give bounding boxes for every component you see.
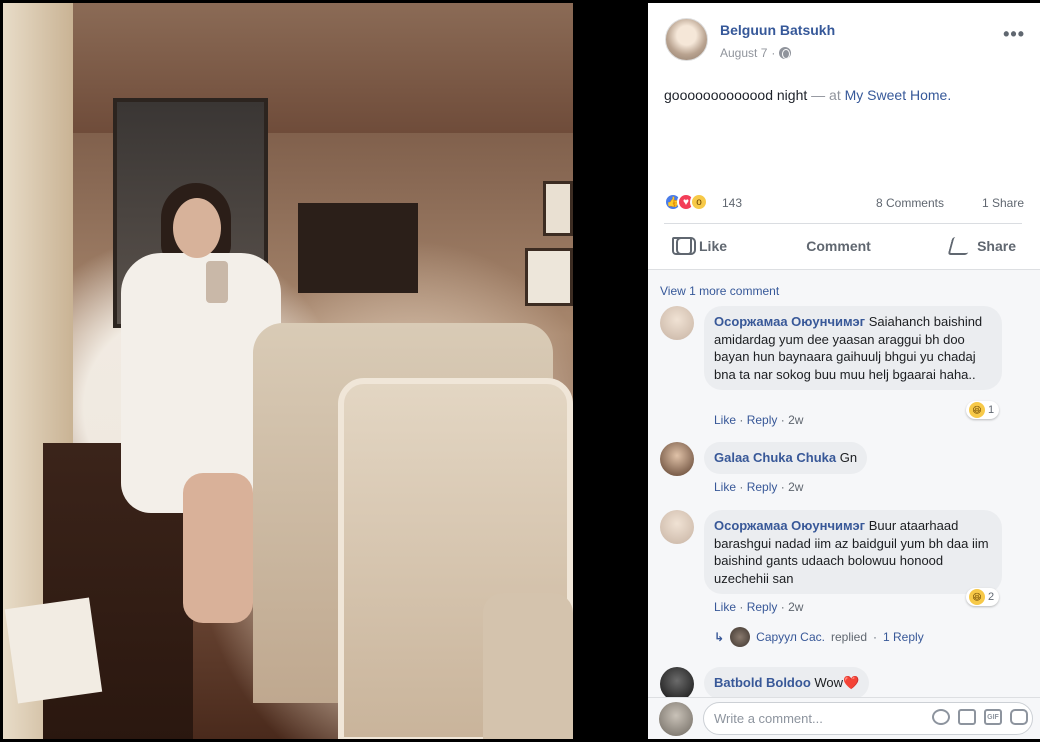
comment-sep: · [780, 480, 785, 494]
photo-papers [4, 597, 103, 704]
commenter-name[interactable]: Galaa Chuka Chuka [714, 450, 836, 465]
status-connector: — at [811, 87, 841, 103]
comment-button[interactable]: Comment [676, 229, 879, 263]
comment-bubble: Batbold Boldoo Wow❤️ [704, 667, 870, 697]
comment-reply-link[interactable]: Reply [747, 600, 778, 614]
post-viewer: Belguun Batsukh August 7 · ••• goooooooo… [0, 0, 1040, 742]
speech-bubble-icon [676, 237, 696, 255]
comment-reactions[interactable]: 😆 2 [966, 588, 1000, 606]
post-date[interactable]: August 7 [720, 46, 767, 60]
comment-label: Comment [806, 238, 871, 254]
photo-frame-2 [525, 248, 573, 306]
replied-verb: replied [830, 630, 867, 644]
commenter-avatar[interactable] [660, 667, 694, 697]
commenter-name[interactable]: Осоржамаа Оюунчимэг [714, 314, 865, 329]
commenter-avatar[interactable] [660, 510, 694, 544]
photo-person-face [173, 198, 221, 258]
post-photo[interactable] [3, 3, 573, 739]
current-user-avatar [659, 702, 693, 736]
photo-phone [206, 261, 228, 303]
comment-actions: Like · Reply · 2w [714, 600, 803, 614]
sticker-icon[interactable] [1010, 709, 1028, 725]
like-label: Like [699, 238, 728, 254]
place-suffix: . [947, 87, 952, 103]
comment-reply-link[interactable]: Reply [747, 480, 778, 494]
meta-separator: · [771, 46, 776, 60]
reply-arrow-icon: ↳ [714, 630, 725, 644]
comment-sep: · [739, 413, 744, 427]
composer-icons: GIF [932, 709, 1028, 725]
status-text: gooooooooooood night [664, 87, 808, 103]
view-more-comments[interactable]: View 1 more comment [660, 284, 779, 298]
share-button[interactable]: Share [942, 229, 1024, 263]
reaction-icons[interactable]: 👍 ♥ o [664, 193, 708, 211]
reply-sep: · [873, 630, 877, 644]
comment-sep: · [780, 413, 785, 427]
wow-icon: o [690, 193, 708, 211]
comment-time[interactable]: 2w [788, 480, 803, 494]
photo-stage [0, 0, 648, 742]
comment-sep: · [739, 480, 744, 494]
author-name[interactable]: Belguun Batsukh [720, 22, 835, 38]
smiley-icon[interactable] [932, 709, 950, 725]
share-arrow-icon [947, 237, 973, 255]
divider [664, 223, 1022, 224]
replies-summary[interactable]: ↳ Саруул Сас. replied · 1 Reply [714, 627, 924, 647]
comments-count[interactable]: 8 Comments [876, 196, 944, 210]
place-link[interactable]: My Sweet Home [845, 87, 948, 103]
photo-frame-1 [543, 181, 573, 236]
comment-like-link[interactable]: Like [714, 480, 736, 494]
author-avatar[interactable] [665, 18, 708, 61]
comment-text: Gn [839, 450, 858, 465]
post-status: gooooooooooood night — at My Sweet Home. [664, 87, 951, 103]
comment-actions: Like · Reply · 2w [714, 413, 803, 427]
photo-person-legs [183, 473, 253, 623]
commenter-name[interactable]: Batbold Boldoo [714, 675, 811, 690]
comment-reply-link[interactable]: Reply [747, 413, 778, 427]
comment-reaction-count: 1 [988, 404, 995, 416]
comment-like-link[interactable]: Like [714, 600, 736, 614]
shares-count[interactable]: 1 Share [982, 196, 1024, 210]
share-label: Share [977, 238, 1016, 254]
comment-composer: Write a comment... GIF [648, 697, 1040, 739]
gif-icon[interactable]: GIF [984, 709, 1002, 725]
like-button[interactable]: Like [664, 229, 735, 263]
comment-bubble: Galaa Chuka Chuka Gn [704, 442, 868, 474]
haha-icon: 😆 [969, 402, 985, 418]
commenter-avatar[interactable] [660, 442, 694, 476]
haha-icon: 😆 [969, 589, 985, 605]
comment-time[interactable]: 2w [788, 413, 803, 427]
comment-sep: · [780, 600, 785, 614]
photo-chair-corner [483, 593, 573, 739]
comment-time[interactable]: 2w [788, 600, 803, 614]
commenter-name[interactable]: Осоржамаа Оюунчимэг [714, 518, 865, 533]
globe-icon[interactable] [779, 47, 792, 59]
comment-actions: Like · Reply · 2w [714, 480, 803, 494]
replier-avatar [730, 627, 751, 647]
post-meta: August 7 · [720, 46, 792, 60]
comment-like-link[interactable]: Like [714, 413, 736, 427]
comment-bubble: Осоржамаа Оюунчимэг Saiahanch baishind a… [704, 306, 1002, 390]
comment-sep: · [739, 600, 744, 614]
comments-section: View 1 more comment Осоржамаа Оюунчимэг … [648, 269, 1040, 697]
comment-text: Wow [814, 675, 844, 690]
commenter-avatar[interactable] [660, 306, 694, 340]
view-replies-link[interactable]: 1 Reply [883, 630, 924, 644]
reactions-count[interactable]: 143 [722, 196, 742, 210]
post-sidebar: Belguun Batsukh August 7 · ••• goooooooo… [648, 3, 1040, 739]
post-actions: Like Comment Share [664, 229, 1024, 263]
heart-emoji-icon: ❤️ [843, 675, 860, 690]
reactions-summary: 👍 ♥ o 143 8 Comments 1 Share [664, 193, 1024, 215]
comment-bubble: Осоржамаа Оюунчимэг Buur ataarhaad baras… [704, 510, 1002, 594]
photo-tv [298, 203, 418, 293]
post-header: Belguun Batsukh August 7 · ••• [665, 18, 1025, 68]
comment-reaction-count: 2 [988, 591, 995, 603]
camera-icon[interactable] [958, 709, 976, 725]
more-options-icon[interactable]: ••• [1003, 24, 1025, 45]
replier-name[interactable]: Саруул Сас. [756, 630, 825, 644]
comment-reactions[interactable]: 😆 1 [966, 401, 1000, 419]
